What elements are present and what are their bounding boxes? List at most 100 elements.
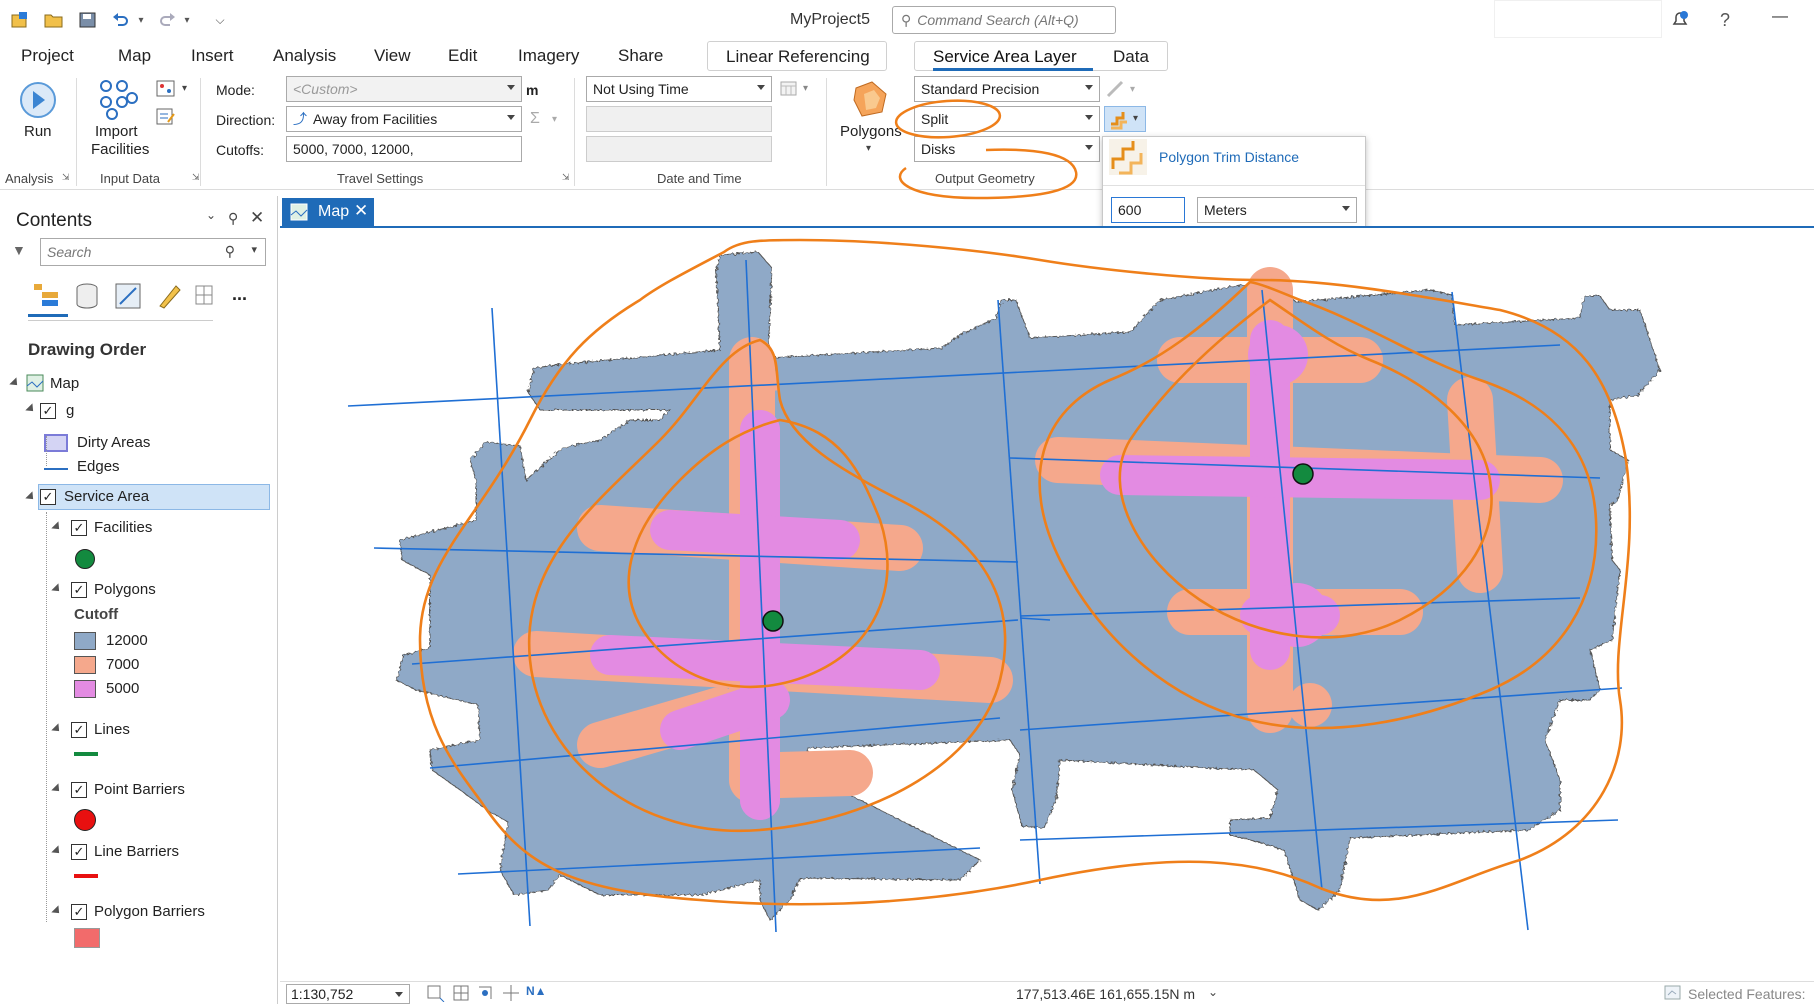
tree-item-polygons[interactable]: Polygons bbox=[94, 581, 156, 598]
command-search-input[interactable]: ⚲ Command Search (Alt+Q) bbox=[892, 6, 1116, 34]
redo-icon[interactable] bbox=[156, 9, 178, 31]
tree-item-polygon-barriers[interactable]: Polygon Barriers bbox=[94, 903, 205, 920]
tree-item-edges[interactable]: Edges bbox=[77, 458, 120, 475]
facility-point[interactable] bbox=[1292, 463, 1314, 485]
close-tab-icon[interactable]: ✕ bbox=[354, 201, 368, 221]
data-source-icon[interactable] bbox=[74, 282, 100, 310]
checkbox-facilities[interactable]: ✓ bbox=[71, 520, 87, 536]
checkbox-g[interactable]: ✓ bbox=[40, 403, 56, 419]
help-icon[interactable]: ? bbox=[1720, 10, 1730, 31]
expand-service-area-icon[interactable] bbox=[25, 491, 37, 503]
tab-service-area-layer[interactable]: Service Area Layer bbox=[933, 47, 1077, 67]
map-view-tab[interactable]: Map ✕ bbox=[282, 198, 374, 226]
pin-icon[interactable]: ⚲ bbox=[228, 210, 238, 227]
cutoffs-input[interactable]: 5000, 7000, 12000, bbox=[286, 136, 522, 162]
sum-dropdown-icon[interactable]: ▾ bbox=[552, 114, 557, 125]
direction-select[interactable]: ⤴ Away from Facilities bbox=[286, 106, 522, 132]
tab-insert[interactable]: Insert bbox=[191, 46, 234, 66]
undo-icon[interactable] bbox=[110, 9, 132, 31]
expand-lines-icon[interactable] bbox=[51, 723, 63, 735]
expand-map-icon[interactable] bbox=[9, 377, 21, 389]
undo-dropdown-icon[interactable]: ▾ bbox=[134, 9, 148, 31]
calendar-icon[interactable] bbox=[780, 80, 798, 96]
scale-select[interactable]: 1:130,752 bbox=[286, 984, 410, 1004]
tree-item-line-barriers[interactable]: Line Barriers bbox=[94, 843, 179, 860]
analysis-launcher-icon[interactable]: ⇲ bbox=[62, 172, 70, 183]
fixed-extent-icon[interactable] bbox=[426, 984, 446, 1003]
checkbox-point-barriers[interactable]: ✓ bbox=[71, 782, 87, 798]
time-select[interactable]: Not Using Time bbox=[586, 76, 772, 102]
expand-facilities-icon[interactable] bbox=[51, 521, 63, 533]
drawing-order-icon[interactable] bbox=[32, 282, 62, 310]
tab-analysis[interactable]: Analysis bbox=[273, 46, 336, 66]
tree-item-lines[interactable]: Lines bbox=[94, 721, 130, 738]
tab-project[interactable]: Project bbox=[21, 46, 74, 66]
tree-item-g[interactable]: g bbox=[66, 402, 74, 419]
contents-options-icon[interactable]: ⌄ bbox=[206, 208, 216, 222]
attributes-icon[interactable] bbox=[156, 108, 176, 126]
run-icon[interactable] bbox=[18, 80, 58, 120]
time-input[interactable] bbox=[586, 136, 772, 162]
snapping-icon[interactable] bbox=[194, 282, 216, 310]
selected-features-icon[interactable] bbox=[1664, 985, 1682, 1001]
save-project-icon[interactable] bbox=[76, 9, 100, 31]
more-options-button[interactable]: ... bbox=[232, 284, 247, 305]
import-facilities-label-1[interactable]: Import bbox=[95, 123, 138, 140]
sum-icon[interactable]: Σ bbox=[530, 110, 540, 128]
tree-item-dirty-areas[interactable]: Dirty Areas bbox=[77, 434, 150, 451]
map-view[interactable] bbox=[280, 228, 1814, 981]
grid-icon[interactable] bbox=[452, 984, 470, 1002]
checkbox-polygons[interactable]: ✓ bbox=[71, 582, 87, 598]
add-points-dropdown-icon[interactable]: ▾ bbox=[182, 83, 187, 94]
editing-icon[interactable] bbox=[156, 282, 182, 310]
contents-search-input[interactable]: Search ⚲ ▾ bbox=[40, 238, 266, 266]
tab-map[interactable]: Map bbox=[118, 46, 151, 66]
expand-point-barriers-icon[interactable] bbox=[51, 783, 63, 795]
tab-view[interactable]: View bbox=[374, 46, 411, 66]
generalize-dropdown-icon[interactable]: ▾ bbox=[1130, 84, 1135, 95]
tree-item-map[interactable]: Map bbox=[50, 375, 79, 392]
redo-dropdown-icon[interactable]: ▾ bbox=[180, 9, 194, 31]
new-project-icon[interactable] bbox=[8, 9, 32, 31]
filter-icon[interactable]: ▼ bbox=[12, 242, 26, 258]
north-arrow-icon[interactable]: N▲ bbox=[526, 984, 550, 1002]
tab-data[interactable]: Data bbox=[1113, 47, 1149, 67]
expand-polygon-barriers-icon[interactable] bbox=[51, 905, 63, 917]
trim-distance-input[interactable]: 600 bbox=[1111, 197, 1185, 223]
checkbox-lines[interactable]: ✓ bbox=[71, 722, 87, 738]
facility-point[interactable] bbox=[762, 610, 784, 632]
checkbox-polygon-barriers[interactable]: ✓ bbox=[71, 904, 87, 920]
selection-icon[interactable] bbox=[114, 282, 142, 310]
account-area[interactable] bbox=[1494, 0, 1662, 38]
import-facilities-label-2[interactable]: Facilities bbox=[91, 141, 149, 158]
customize-toolbar-icon[interactable]: ⌵ bbox=[210, 9, 230, 31]
checkbox-line-barriers[interactable]: ✓ bbox=[71, 844, 87, 860]
date-input[interactable] bbox=[586, 106, 772, 132]
constraints-icon[interactable] bbox=[502, 984, 520, 1002]
minimize-button[interactable]: — bbox=[1772, 8, 1788, 26]
polygons-dropdown-icon[interactable]: ▾ bbox=[866, 143, 871, 154]
coordinates-dropdown-icon[interactable]: ⌄ bbox=[1208, 985, 1218, 999]
tree-item-facilities[interactable]: Facilities bbox=[94, 519, 152, 536]
travel-settings-launcher-icon[interactable]: ⇲ bbox=[562, 172, 570, 183]
mode-select[interactable]: <Custom> bbox=[286, 76, 522, 102]
generalize-icon[interactable] bbox=[1106, 80, 1126, 98]
tree-item-point-barriers[interactable]: Point Barriers bbox=[94, 781, 185, 798]
trim-unit-select[interactable]: Meters bbox=[1197, 197, 1357, 223]
calendar-dropdown-icon[interactable]: ▾ bbox=[803, 83, 808, 94]
expand-g-icon[interactable] bbox=[25, 403, 37, 415]
checkbox-service-area[interactable]: ✓ bbox=[40, 489, 56, 505]
expand-polygons-icon[interactable] bbox=[51, 583, 63, 595]
input-data-launcher-icon[interactable]: ⇲ bbox=[192, 172, 200, 183]
run-button[interactable]: Run bbox=[24, 123, 52, 140]
add-points-icon[interactable] bbox=[156, 80, 176, 98]
expand-line-barriers-icon[interactable] bbox=[51, 845, 63, 857]
notification-icon[interactable] bbox=[1670, 10, 1690, 30]
open-project-icon[interactable] bbox=[42, 9, 66, 31]
close-pane-icon[interactable]: ✕ bbox=[250, 208, 264, 228]
tab-linear-referencing[interactable]: Linear Referencing bbox=[707, 41, 887, 71]
tab-share[interactable]: Share bbox=[618, 46, 663, 66]
tab-edit[interactable]: Edit bbox=[448, 46, 477, 66]
trim-polygons-button[interactable]: ▾ bbox=[1104, 106, 1146, 132]
snapping-status-icon[interactable] bbox=[476, 984, 496, 1002]
